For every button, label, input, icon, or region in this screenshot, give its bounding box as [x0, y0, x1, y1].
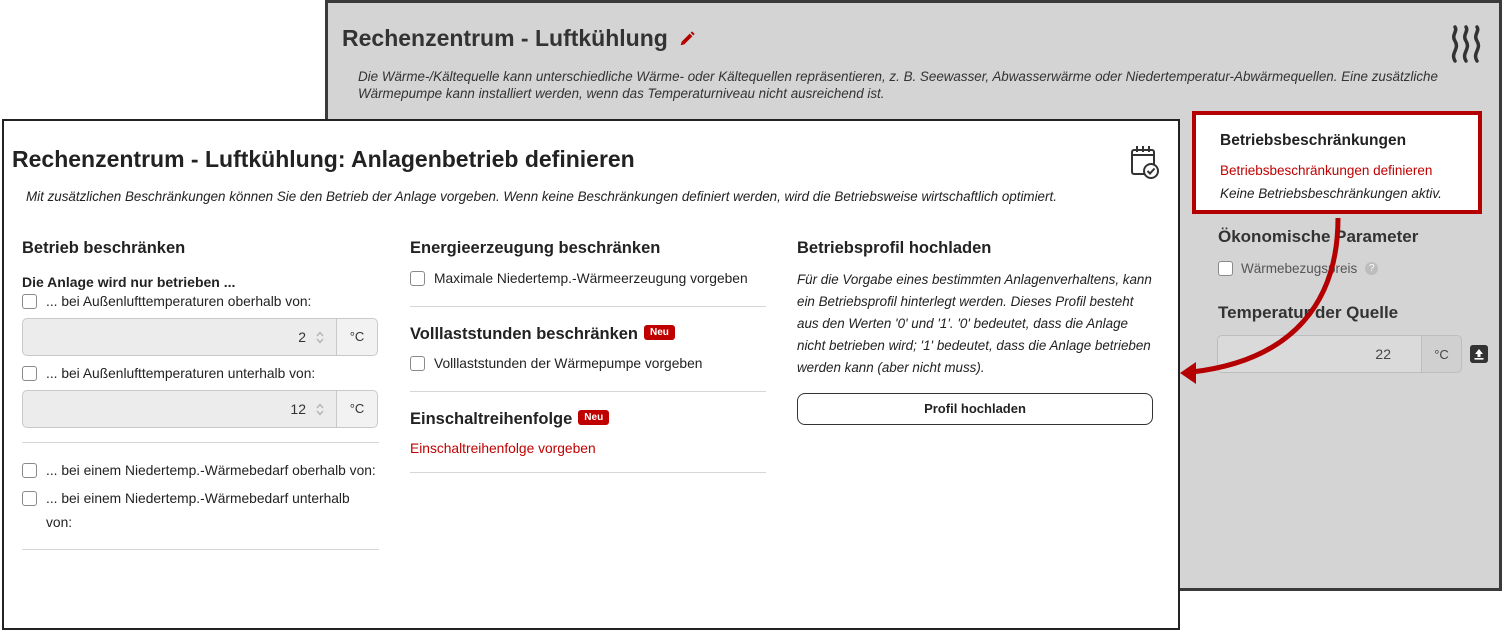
restrictions-highlight: Betriebsbeschränkungen Betriebsbeschränk… [1192, 111, 1482, 214]
max-heat-checkbox[interactable] [410, 271, 425, 286]
above-outdoor-value: 2 [298, 329, 306, 345]
source-temperature-input[interactable]: 22 [1217, 335, 1422, 373]
restrict-operation-title: Betrieb beschränken [22, 239, 186, 257]
profile-upload-button[interactable]: Profil hochladen [797, 393, 1153, 425]
full-load-hours-checkbox[interactable] [410, 356, 425, 371]
switch-order-title-text: Einschaltreihenfolge [410, 410, 573, 428]
economics-title: Ökonomische Parameter [1218, 227, 1419, 246]
spinner-icon[interactable] [316, 331, 324, 344]
restrict-operation-column: Betrieb beschränken Die Anlage wird nur … [22, 239, 379, 550]
full-load-hours-title-text: Volllaststunden beschränken [410, 325, 639, 343]
below-outdoor-value: 12 [290, 401, 306, 417]
profile-upload-text: Für die Vorgabe eines bestimmten Anlagen… [797, 272, 1152, 375]
divider [22, 549, 379, 550]
divider [22, 442, 379, 443]
restrictions-title: Betriebsbeschränkungen [1220, 132, 1407, 149]
above-outdoor-unit: °C [337, 318, 378, 356]
demand-above-checkbox[interactable] [22, 463, 37, 478]
source-temperature-unit: °C [1422, 335, 1462, 373]
calendar-check-icon [1131, 146, 1159, 179]
restrictions-status: Keine Betriebsbeschränkungen aktiv. [1220, 186, 1442, 201]
divider [410, 391, 766, 392]
full-load-hours-title: Volllaststunden beschränken Neu [410, 325, 766, 344]
profile-column: Betriebsprofil hochladen Für die Vorgabe… [797, 239, 1153, 425]
below-outdoor-unit: °C [337, 390, 378, 428]
demand-below-checkbox[interactable] [22, 491, 37, 506]
define-restrictions-link[interactable]: Betriebsbeschränkungen definieren [1220, 163, 1432, 178]
below-outdoor-input[interactable]: 12 [22, 390, 337, 428]
limits-column: Energieerzeugung beschränken Maximale Ni… [410, 239, 766, 473]
below-outdoor-input-group: 12 °C [22, 390, 378, 428]
demand-below-label: ... bei einem Niedertemp.-Wärmebedarf un… [46, 491, 350, 530]
spinner-icon[interactable] [316, 403, 324, 416]
pencil-icon[interactable] [678, 30, 696, 48]
full-load-hours-row[interactable]: Volllaststunden der Wärmepumpe vorgeben [410, 352, 766, 376]
switch-order-link[interactable]: Einschaltreihenfolge vorgeben [410, 441, 766, 456]
divider [410, 472, 766, 473]
new-badge: Neu [578, 410, 610, 426]
below-outdoor-label: ... bei Außenlufttemperaturen unterhalb … [46, 366, 316, 381]
restrict-operation-subtitle: Die Anlage wird nur betrieben ... [22, 274, 236, 290]
dialog-title: Rechenzentrum - Luftkühlung: Anlagenbetr… [12, 146, 635, 172]
background-description: Die Wärme-/Kältequelle kann unterschiedl… [358, 69, 1438, 101]
switch-order-title: Einschaltreihenfolge Neu [410, 410, 766, 429]
below-outdoor-row[interactable]: ... bei Außenlufttemperaturen unterhalb … [22, 362, 379, 386]
above-outdoor-input-group: 2 °C [22, 318, 378, 356]
heat-price-checkbox[interactable] [1218, 261, 1233, 276]
demand-below-row[interactable]: ... bei einem Niedertemp.-Wärmebedarf un… [22, 487, 379, 535]
energy-generation-title: Energieerzeugung beschränken [410, 239, 661, 257]
heat-icon [1451, 25, 1481, 63]
source-temperature-title: Temperatur der Quelle [1218, 303, 1399, 322]
dialog-description: Mit zusätzlichen Beschränkungen können S… [26, 189, 1057, 204]
help-icon[interactable]: ? [1365, 262, 1379, 275]
source-temperature-value: 22 [1375, 346, 1391, 362]
below-outdoor-checkbox[interactable] [22, 366, 37, 381]
max-heat-label: Maximale Niedertemp.-Wärmeerzeugung vorg… [434, 271, 748, 286]
new-badge: Neu [644, 325, 675, 341]
background-title: Rechenzentrum - Luftkühlung [342, 25, 668, 51]
above-outdoor-input[interactable]: 2 [22, 318, 337, 356]
above-outdoor-checkbox[interactable] [22, 294, 37, 309]
demand-above-label: ... bei einem Niedertemp.-Wärmebedarf ob… [46, 463, 376, 478]
full-load-hours-label: Volllaststunden der Wärmepumpe vorgeben [434, 356, 703, 371]
max-heat-row[interactable]: Maximale Niedertemp.-Wärmeerzeugung vorg… [410, 267, 766, 291]
above-outdoor-row[interactable]: ... bei Außenlufttemperaturen oberhalb v… [22, 290, 379, 314]
heat-price-row[interactable]: Wärmebezugspreis ? [1218, 261, 1379, 276]
above-outdoor-label: ... bei Außenlufttemperaturen oberhalb v… [46, 294, 312, 309]
profile-upload-title: Betriebsprofil hochladen [797, 239, 992, 257]
demand-above-row[interactable]: ... bei einem Niedertemp.-Wärmebedarf ob… [22, 459, 379, 483]
operation-dialog: Rechenzentrum - Luftkühlung: Anlagenbetr… [2, 119, 1180, 630]
background-title-row: Rechenzentrum - Luftkühlung [342, 25, 696, 52]
heat-price-label: Wärmebezugspreis [1241, 261, 1358, 276]
divider [410, 306, 766, 307]
upload-icon[interactable] [1470, 345, 1488, 363]
